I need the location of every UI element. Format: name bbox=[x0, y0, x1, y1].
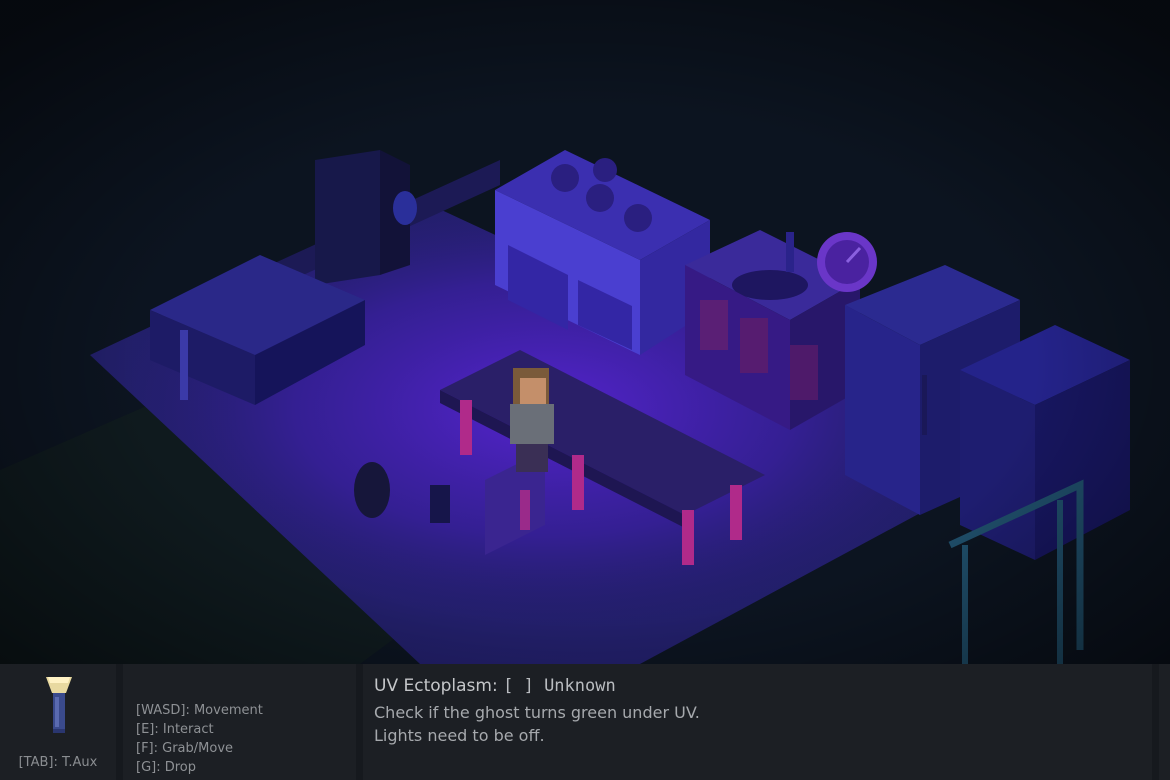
tab-aux-label: [TAB]: T.Aux bbox=[18, 755, 98, 770]
game-scene-kitchen[interactable] bbox=[0, 0, 1170, 664]
inventory-slot[interactable]: [TAB]: T.Aux bbox=[0, 664, 116, 780]
flashlight-icon bbox=[46, 677, 72, 733]
evidence-heading: UV Ectoplasm: [ ] Unknown bbox=[374, 676, 616, 696]
control-hint-drop: [G]: Drop bbox=[136, 760, 197, 775]
control-hint-movement: [WASD]: Movement bbox=[136, 703, 263, 718]
control-hint-grab: [F]: Grab/Move bbox=[136, 741, 234, 756]
evidence-status: [ ] Unknown bbox=[503, 676, 616, 696]
evidence-description-line-2: Lights need to be off. bbox=[374, 726, 545, 745]
evidence-info-panel: UV Ectoplasm: [ ] Unknown Check if the g… bbox=[363, 664, 1152, 780]
control-hint-interact: [E]: Interact bbox=[136, 722, 214, 737]
controls-help-panel: [WASD]: Movement [E]: Interact [F]: Grab… bbox=[123, 664, 356, 780]
controls-list: [WASD]: Movement [E]: Interact [F]: Grab… bbox=[136, 701, 263, 777]
hud-edge-panel bbox=[1159, 664, 1170, 780]
bottom-hud: [TAB]: T.Aux [WASD]: Movement [E]: Inter… bbox=[0, 664, 1170, 780]
evidence-description-line-1: Check if the ghost turns green under UV. bbox=[374, 703, 700, 722]
evidence-title: UV Ectoplasm: bbox=[374, 676, 498, 696]
